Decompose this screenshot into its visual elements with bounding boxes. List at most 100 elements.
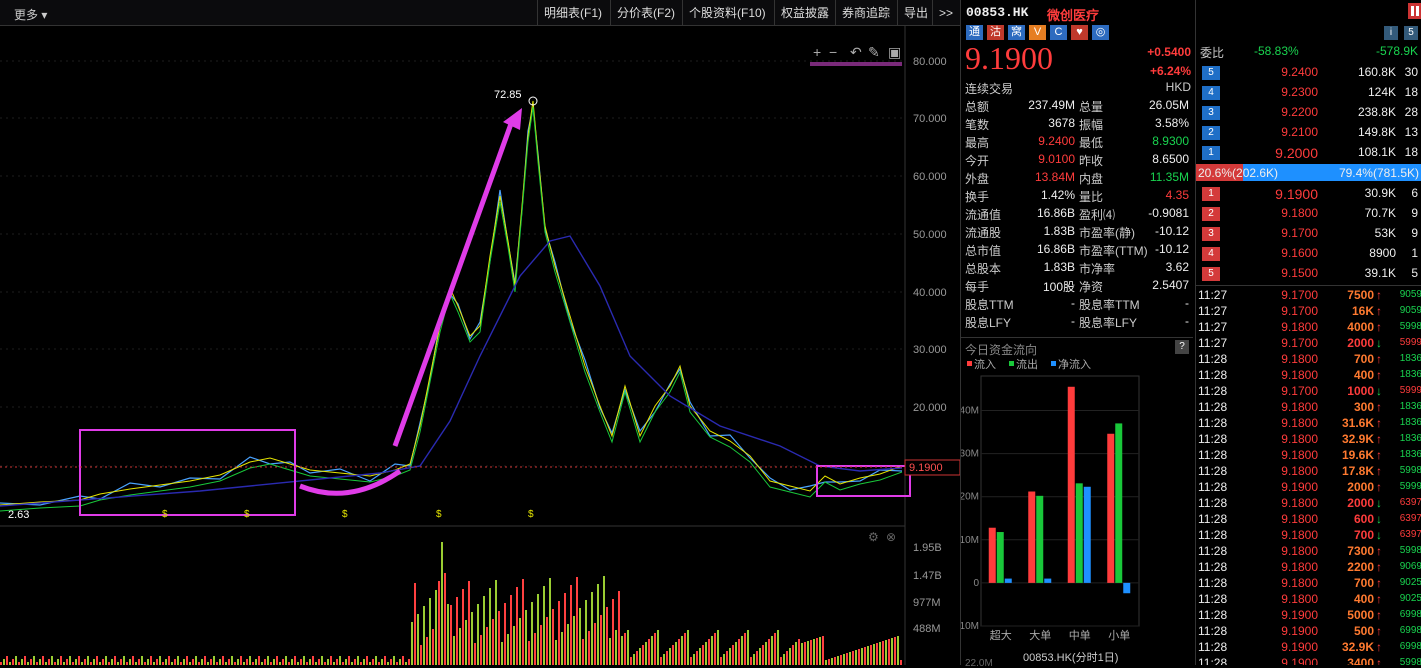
stat-value: -	[1071, 296, 1075, 310]
low-label: 2.63	[8, 509, 29, 521]
volume-bar	[60, 656, 62, 665]
depth-five-icon[interactable]: 5	[1404, 26, 1418, 40]
tick-price: 9.1700	[1281, 288, 1318, 302]
tick-time: 11:28	[1198, 608, 1228, 622]
volume-bar	[444, 573, 446, 665]
toolbar-expand[interactable]: >>	[932, 0, 960, 26]
volume-bar	[672, 645, 674, 665]
volume-bar	[777, 630, 779, 665]
volume-bar	[573, 616, 575, 665]
volume-bar	[876, 643, 878, 665]
bid-row[interactable]: 2 9.1800 70.7K 9	[1196, 205, 1421, 223]
ask-row[interactable]: 2 9.2100 149.8K 13	[1196, 124, 1421, 142]
quote-badge-2[interactable]: 窝	[1008, 25, 1025, 40]
tick-time: 11:27	[1198, 304, 1228, 318]
tick-broker: 1836	[1399, 401, 1421, 412]
volume-bar	[486, 627, 488, 665]
kline-chart-svg[interactable]: 80.000 70.000 60.000 50.000 40.000 30.000 20.0…	[0, 26, 961, 665]
volume-bar	[465, 620, 467, 665]
quote-badge-1[interactable]: 沽	[987, 25, 1004, 40]
annotation-arrow	[392, 120, 515, 447]
tick-broker: 9069	[1399, 561, 1421, 572]
toolbar-tab-2[interactable]: 个股资料(F10)	[682, 0, 772, 26]
tick-list[interactable]: 11:27 9.1700 7500 ↑ 9059 11:27 9.1700 16K ↑ 9059 1…	[1195, 285, 1421, 665]
settings-icon[interactable]: ⚙	[868, 530, 879, 544]
price-change: +0.5400	[1147, 45, 1191, 59]
price-chart[interactable]: 80.000 70.000 60.000 50.000 40.000 30.000 20.0…	[0, 26, 961, 665]
volume-bar	[864, 647, 866, 665]
info-icon[interactable]: i	[1384, 26, 1398, 40]
volume-bar	[381, 659, 383, 665]
bid-row[interactable]: 5 9.1500 39.1K 5	[1196, 265, 1421, 283]
volume-bar	[795, 642, 797, 665]
bid-row[interactable]: 3 9.1700 53K 9	[1196, 225, 1421, 243]
volume-bar	[567, 624, 569, 665]
order-book: i 5 委比 -58.83% -578.9K 5 9.2400 160.8K 30 4 9…	[1195, 0, 1421, 285]
toolbar-tab-3[interactable]: 权益披露	[774, 0, 835, 26]
toolbar-tab-0[interactable]: 明细表(F1)	[537, 0, 608, 26]
ask-row[interactable]: 3 9.2200 238.8K 28	[1196, 104, 1421, 122]
tick-price: 9.1700	[1281, 336, 1318, 350]
tick-row: 11:28 9.1800 7300 ↑ 5998	[1196, 544, 1421, 560]
ask-row[interactable]: 4 9.2300 124K 18	[1196, 84, 1421, 102]
volume-bar	[177, 656, 179, 665]
pause-icon[interactable]	[1408, 3, 1421, 19]
ask-row[interactable]: 1 9.2000 108.1K 18	[1196, 144, 1421, 162]
bid-row[interactable]: 4 9.1600 8900 1	[1196, 245, 1421, 263]
volume-bar	[273, 659, 275, 665]
volume-bar	[42, 656, 44, 665]
tick-time: 11:28	[1198, 496, 1228, 510]
close-icon[interactable]: ⊗	[886, 530, 896, 544]
tick-price: 9.1800	[1281, 560, 1318, 574]
chart-tool-0[interactable]: +	[813, 44, 821, 60]
toolbar-tab-1[interactable]: 分价表(F2)	[610, 0, 681, 26]
volume-bar	[402, 656, 404, 665]
chart-tool-4[interactable]: ▣	[888, 44, 901, 60]
arrow-up-icon: ↑	[1376, 656, 1382, 665]
ask-row[interactable]: 5 9.2400 160.8K 30	[1196, 64, 1421, 82]
tick-volume: 4000	[1347, 320, 1374, 334]
volume-bar	[834, 657, 836, 665]
more-menu[interactable]: 更多 ▾	[14, 6, 47, 23]
volume-bar	[33, 656, 35, 665]
tick-volume: 700	[1353, 352, 1374, 366]
quote-badge-0[interactable]: 通	[966, 25, 983, 40]
tick-row: 11:28 9.1800 700 ↑ 1836	[1196, 352, 1421, 368]
ratio-pct: -58.83%	[1254, 44, 1299, 58]
dividend-marker: $	[528, 509, 534, 520]
volume-bar	[267, 656, 269, 665]
quote-badge-5[interactable]: ♥	[1071, 25, 1088, 40]
chart-tool-2[interactable]: ↶	[850, 44, 862, 60]
tick-row: 11:28 9.1800 600 ↓ 6397	[1196, 512, 1421, 528]
tick-time: 11:28	[1198, 352, 1228, 366]
quote-badge-3[interactable]: V	[1029, 25, 1046, 40]
volume-bar	[555, 640, 557, 665]
flow-bar-流入	[1028, 491, 1036, 583]
toolbar-tab-5[interactable]: 导出	[897, 0, 934, 26]
volume-bar	[531, 602, 533, 665]
chart-tool-3[interactable]: ✎	[868, 44, 880, 60]
toolbar-tab-4[interactable]: 券商追踪	[835, 0, 896, 26]
quote-badge-6[interactable]: ◎	[1092, 25, 1109, 40]
volume-bar	[96, 656, 98, 665]
flow-y-tick: 20M	[961, 492, 979, 503]
tick-volume: 500	[1353, 624, 1374, 638]
volume-bar	[66, 659, 68, 665]
bid-count: 9	[1411, 206, 1418, 220]
volume-bar	[450, 605, 452, 665]
arrow-up-icon: ↑	[1376, 320, 1382, 334]
volume-bar	[768, 639, 770, 665]
tick-price: 9.1800	[1281, 496, 1318, 510]
tick-broker: 1836	[1399, 369, 1421, 380]
volume-bar	[411, 622, 413, 665]
bid-row[interactable]: 1 9.1900 30.9K 6	[1196, 185, 1421, 203]
volume-bar	[627, 630, 629, 665]
tick-broker: 1836	[1399, 433, 1421, 444]
bid-volume: 53K	[1374, 226, 1396, 240]
chart-tool-1[interactable]: −	[829, 44, 837, 60]
volume-bar	[798, 639, 800, 665]
tick-volume: 16K	[1351, 304, 1374, 318]
currency: HKD	[1165, 80, 1191, 94]
tick-time: 11:28	[1198, 592, 1228, 606]
quote-badge-4[interactable]: C	[1050, 25, 1067, 40]
